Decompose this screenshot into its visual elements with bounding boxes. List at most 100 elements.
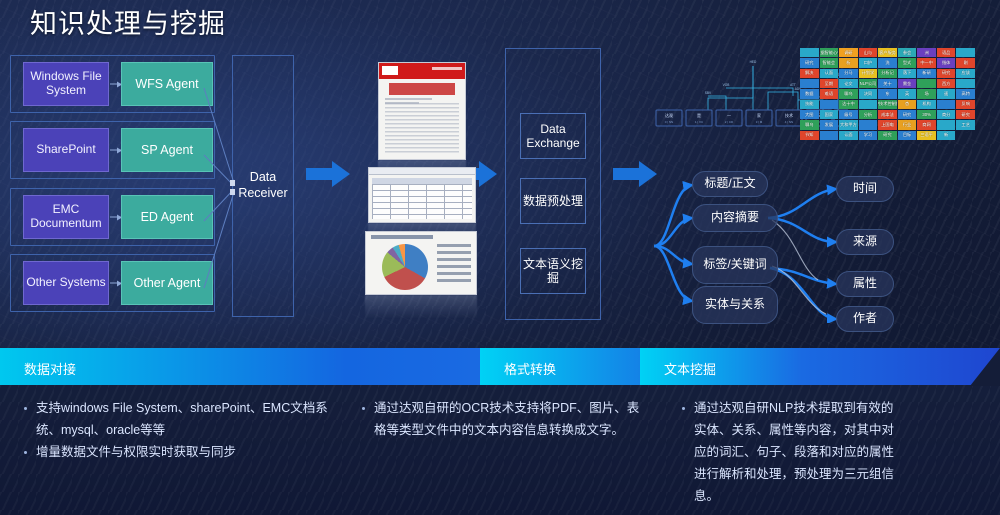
keyword-tile-28: 至期 bbox=[819, 78, 839, 89]
bottom-panel: 数据对接 格式转换 文本挖掘 支持windows File System、sha… bbox=[0, 348, 1000, 515]
keyword-tile-78: 三语平 bbox=[917, 130, 936, 140]
mindmap-primary-0: 标题/正文 bbox=[692, 171, 768, 197]
source-to-agent-arrow-0 bbox=[110, 81, 122, 87]
newspaper-document-thumbnail bbox=[378, 62, 466, 160]
keyword-tile-15: 中一中 bbox=[917, 58, 936, 68]
keyword-tile-70 bbox=[936, 120, 956, 130]
keyword-tile-39: 决同 bbox=[858, 89, 878, 99]
keyword-tile-65: 大和甲方 bbox=[839, 120, 858, 130]
svg-text:0 | NN: 0 | NN bbox=[665, 120, 673, 124]
mindmap-secondary-3: 作者 bbox=[836, 306, 894, 332]
keyword-tile-9: 研究 bbox=[800, 58, 819, 68]
keyword-tile-31: 关十 bbox=[878, 78, 897, 89]
keyword-tile-62: 研究 bbox=[956, 109, 975, 120]
pie-chart-document-thumbnail bbox=[365, 231, 477, 295]
keyword-tile-55: 国家 bbox=[819, 109, 839, 120]
keyword-tile-43: 速 bbox=[936, 89, 956, 99]
keyword-tile-5: 参会 bbox=[897, 48, 917, 58]
keyword-tile-34: 西方 bbox=[936, 78, 956, 89]
source-to-agent-arrow-1 bbox=[110, 147, 122, 153]
keyword-tile-2: 调研 bbox=[839, 48, 858, 58]
keyword-tile-66 bbox=[858, 120, 878, 130]
keyword-tile-38: 聊乌 bbox=[839, 89, 858, 99]
section-header-0: 数据对接 bbox=[0, 348, 480, 385]
keyword-tile-29: 论文 bbox=[839, 78, 858, 89]
keyword-tile-73 bbox=[819, 130, 839, 140]
svg-text:一: 一 bbox=[727, 113, 731, 118]
keyword-tile-18: 解决 bbox=[800, 68, 819, 78]
keyword-tile-24: 新研 bbox=[917, 68, 936, 78]
mindmap-primary-2: 标签/关键词 bbox=[692, 246, 778, 284]
keyword-tile-matrix: 数据智能心行调研山与客户服务参会洲语品研究智能会析口护洗型式中一中指体刚解决认面… bbox=[800, 48, 975, 140]
agent-to-receiver-connectors bbox=[203, 87, 235, 289]
bottom-column-1: 通过达观自研的OCR技术支持将PDF、图片、表格等类型文件中的文本内容信息转换成… bbox=[360, 398, 640, 442]
mindmap-connectors bbox=[653, 180, 838, 323]
keyword-tile-74: 认面 bbox=[839, 130, 858, 140]
mindmap-primary-3: 实体与关系 bbox=[692, 286, 778, 324]
svg-text:SBV: SBV bbox=[705, 91, 712, 95]
keyword-tile-30: NLP公司 bbox=[858, 78, 878, 89]
bullet-2-0: 通过达观自研NLP技术提取到有效的实体、关系、属性等内容，对其中对应的词汇、句子… bbox=[680, 398, 900, 507]
keyword-tile-53: 反响 bbox=[956, 99, 975, 109]
process-step-0: Data Exchange bbox=[520, 113, 586, 159]
keyword-tile-56: 级号 bbox=[839, 109, 858, 120]
svg-text:3 | M: 3 | M bbox=[756, 120, 763, 124]
keyword-tile-32: 需金 bbox=[897, 78, 917, 89]
keyword-tile-12: 口护 bbox=[858, 58, 878, 68]
source-to-agent-arrow-2 bbox=[110, 214, 122, 220]
section-header-label-2: 文本挖掘 bbox=[664, 362, 717, 377]
keyword-tile-44: 高特 bbox=[956, 89, 975, 99]
mindmap-secondary-1: 来源 bbox=[836, 229, 894, 255]
keyword-tile-61: 商分 bbox=[936, 109, 956, 120]
keyword-tile-69: 商网 bbox=[917, 120, 936, 130]
keyword-tile-51: 机构 bbox=[917, 99, 936, 109]
source-group-1: SharePoint SP Agent bbox=[10, 121, 215, 179]
source-system-box-0: Windows File System bbox=[23, 62, 109, 106]
keyword-tile-16: 指体 bbox=[936, 58, 956, 68]
svg-text:4 | NN: 4 | NN bbox=[785, 120, 793, 124]
svg-text:HED: HED bbox=[750, 60, 757, 64]
keyword-tile-64: 发展 bbox=[819, 120, 839, 130]
keyword-tile-14: 型式 bbox=[897, 58, 917, 68]
keyword-tile-47: 达十中 bbox=[839, 99, 858, 109]
keyword-tile-26: 应该 bbox=[956, 68, 975, 78]
keyword-tile-42: 场 bbox=[917, 89, 936, 99]
svg-text:技术: 技术 bbox=[785, 112, 793, 118]
svg-text:2 | CD: 2 | CD bbox=[725, 120, 734, 124]
keyword-tile-17: 刚 bbox=[956, 58, 975, 68]
keyword-tile-40: 东 bbox=[878, 89, 897, 99]
keyword-tile-7: 语品 bbox=[936, 48, 956, 58]
bottom-column-0: 支持windows File System、sharePoint、EMC文档系统… bbox=[22, 398, 342, 464]
section-header-label-0: 数据对接 bbox=[24, 362, 77, 377]
keyword-tile-20: 分马 bbox=[839, 68, 858, 78]
keyword-tile-77: 目标 bbox=[897, 130, 917, 140]
keyword-tile-23: 落下 bbox=[897, 68, 917, 78]
keyword-tile-72: 节知 bbox=[800, 130, 819, 140]
keyword-tile-6: 洲 bbox=[917, 48, 936, 58]
mindmap-secondary-2: 属性 bbox=[836, 271, 894, 297]
mindmap-primary-1: 内容摘要 bbox=[692, 204, 778, 232]
bottom-column-2: 通过达观自研NLP技术提取到有效的实体、关系、属性等内容，对其中对应的词汇、句子… bbox=[680, 398, 900, 507]
svg-text:是: 是 bbox=[697, 112, 701, 118]
keyword-tile-33 bbox=[917, 78, 936, 89]
keyword-tile-10: 智能会 bbox=[819, 58, 839, 68]
source-group-3: Other Systems Other Agent bbox=[10, 254, 215, 312]
pie-reflection bbox=[365, 295, 477, 319]
page-title: 知识处理与挖掘 bbox=[30, 9, 226, 39]
source-system-box-2: EMC Documentum bbox=[23, 195, 109, 239]
section-header-label-1: 格式转换 bbox=[504, 362, 557, 377]
bullet-0-0: 支持windows File System、sharePoint、EMC文档系统… bbox=[22, 398, 342, 442]
keyword-tile-11: 析 bbox=[839, 58, 858, 68]
keyword-tile-8 bbox=[956, 48, 975, 58]
keyword-tile-22: 分析记 bbox=[878, 68, 897, 78]
keyword-tile-37: 难语 bbox=[819, 89, 839, 99]
keyword-tile-79: 新 bbox=[936, 130, 956, 140]
keyword-tile-68: 行业 bbox=[897, 120, 917, 130]
source-group-2: EMC Documentum ED Agent bbox=[10, 188, 215, 246]
process-step-2: 文本语义挖掘 bbox=[520, 248, 586, 294]
svg-text:家: 家 bbox=[757, 112, 761, 118]
keyword-tile-71: 工艺 bbox=[956, 120, 975, 130]
keyword-tile-49: NLP技术控制技术 bbox=[878, 99, 897, 109]
mindmap: 标题/正文 内容摘要 标签/关键词 实体与关系 时间 来源 属性 作者 bbox=[640, 158, 970, 332]
keyword-tile-60: 30% bbox=[917, 109, 936, 120]
